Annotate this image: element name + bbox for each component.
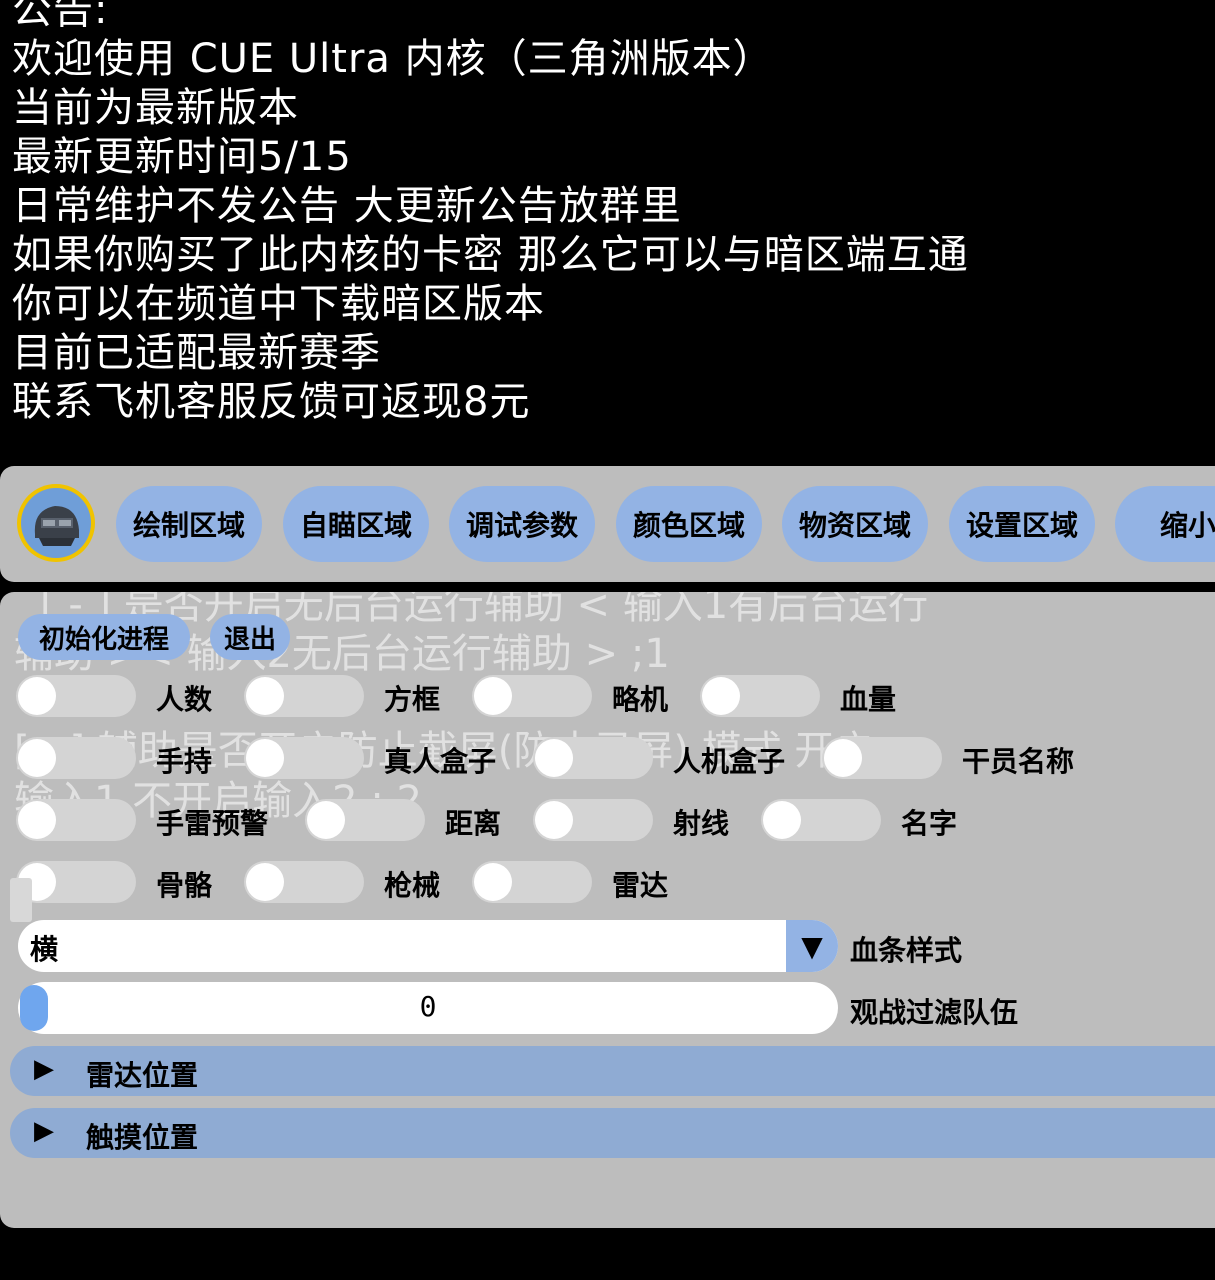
toggle-weapon[interactable] — [244, 861, 364, 903]
announcement-line: 目前已适配最新赛季 — [12, 330, 381, 376]
scroll-handle[interactable] — [10, 878, 32, 922]
toggle-operator-name[interactable] — [822, 737, 942, 779]
healthbar-style-label: 血条样式 — [850, 934, 963, 967]
slider-value: 0 — [419, 990, 437, 1023]
exit-button[interactable]: 退出 — [210, 614, 290, 660]
announcement-line: 欢迎使用 CUE Ultra 内核（三角洲版本） — [12, 36, 774, 82]
section-label: 触摸位置 — [86, 1121, 199, 1154]
healthbar-style-select[interactable]: 横 ▼ — [18, 920, 838, 972]
tab-minimize[interactable]: 缩小 — [1115, 486, 1215, 562]
announcement-line: 联系飞机客服反馈可返现8元 — [12, 379, 531, 425]
toggle-label: 射线 — [673, 807, 730, 840]
settings-panel: [ - ] 是否开启无后台运行辅助 < 输入1有后台运行 辅助 >< 输入2无后… — [0, 592, 1215, 1228]
toggle-label: 人数 — [156, 683, 213, 716]
expand-arrow-icon: ▶ — [34, 1116, 54, 1146]
toggle-held-item[interactable] — [16, 737, 136, 779]
chevron-down-icon[interactable]: ▼ — [786, 920, 838, 972]
section-touch-position[interactable]: ▶ 触摸位置 — [10, 1108, 1215, 1158]
toggle-label: 人机盒子 — [673, 745, 786, 778]
tab-items[interactable]: 物资区域 — [782, 486, 928, 562]
toggle-skeleton[interactable] — [16, 861, 136, 903]
announcement: 公告: 欢迎使用 CUE Ultra 内核（三角洲版本） 当前为最新版本 最新更… — [12, 0, 1202, 427]
toggle-name[interactable] — [761, 799, 881, 841]
helmet-avatar-icon[interactable] — [17, 484, 95, 562]
toggle-label: 略机 — [612, 683, 669, 716]
announcement-line: 日常维护不发公告 大更新公告放群里 — [12, 183, 682, 229]
helmet-icon — [34, 506, 79, 546]
select-value: 横 — [30, 933, 59, 966]
toggle-grenade-warning[interactable] — [16, 799, 136, 841]
toggle-label: 名字 — [901, 807, 958, 840]
toggle-label: 骨骼 — [156, 869, 213, 902]
toggle-label: 方框 — [384, 683, 441, 716]
section-label: 雷达位置 — [86, 1059, 199, 1092]
tab-color[interactable]: 颜色区域 — [616, 486, 762, 562]
announcement-line: 你可以在频道中下载暗区版本 — [12, 281, 545, 327]
toggle-distance[interactable] — [305, 799, 425, 841]
toggle-box[interactable] — [244, 675, 364, 717]
section-radar-position[interactable]: ▶ 雷达位置 — [10, 1046, 1215, 1096]
toggle-label: 干员名称 — [962, 745, 1075, 778]
expand-arrow-icon: ▶ — [34, 1054, 54, 1084]
toggle-minimap[interactable] — [472, 675, 592, 717]
announcement-line: 如果你购买了此内核的卡密 那么它可以与暗区端互通 — [12, 232, 969, 278]
tab-settings[interactable]: 设置区域 — [949, 486, 1095, 562]
spectate-filter-label: 观战过滤队伍 — [850, 996, 1019, 1029]
toggle-label: 雷达 — [612, 869, 669, 902]
toggle-label: 手雷预警 — [156, 807, 269, 840]
announcement-line: 公告: — [12, 0, 109, 33]
toggle-player-box[interactable] — [244, 737, 364, 779]
toggle-label: 距离 — [445, 807, 502, 840]
toggle-label: 手持 — [156, 745, 213, 778]
tab-draw[interactable]: 绘制区域 — [116, 486, 262, 562]
spectate-filter-slider[interactable]: 0 — [18, 982, 838, 1034]
init-process-button[interactable]: 初始化进程 — [18, 614, 190, 660]
tab-aim[interactable]: 自瞄区域 — [283, 486, 429, 562]
toggle-bot-box[interactable] — [533, 737, 653, 779]
announcement-line: 当前为最新版本 — [12, 85, 299, 131]
tab-debug[interactable]: 调试参数 — [449, 486, 595, 562]
toggle-ray[interactable] — [533, 799, 653, 841]
toggle-player-count[interactable] — [16, 675, 136, 717]
toggle-label: 血量 — [840, 683, 897, 716]
toggle-label: 枪械 — [384, 869, 441, 902]
toggle-radar[interactable] — [472, 861, 592, 903]
toggle-health[interactable] — [700, 675, 820, 717]
toggle-label: 真人盒子 — [384, 745, 497, 778]
announcement-line: 最新更新时间5/15 — [12, 134, 352, 180]
